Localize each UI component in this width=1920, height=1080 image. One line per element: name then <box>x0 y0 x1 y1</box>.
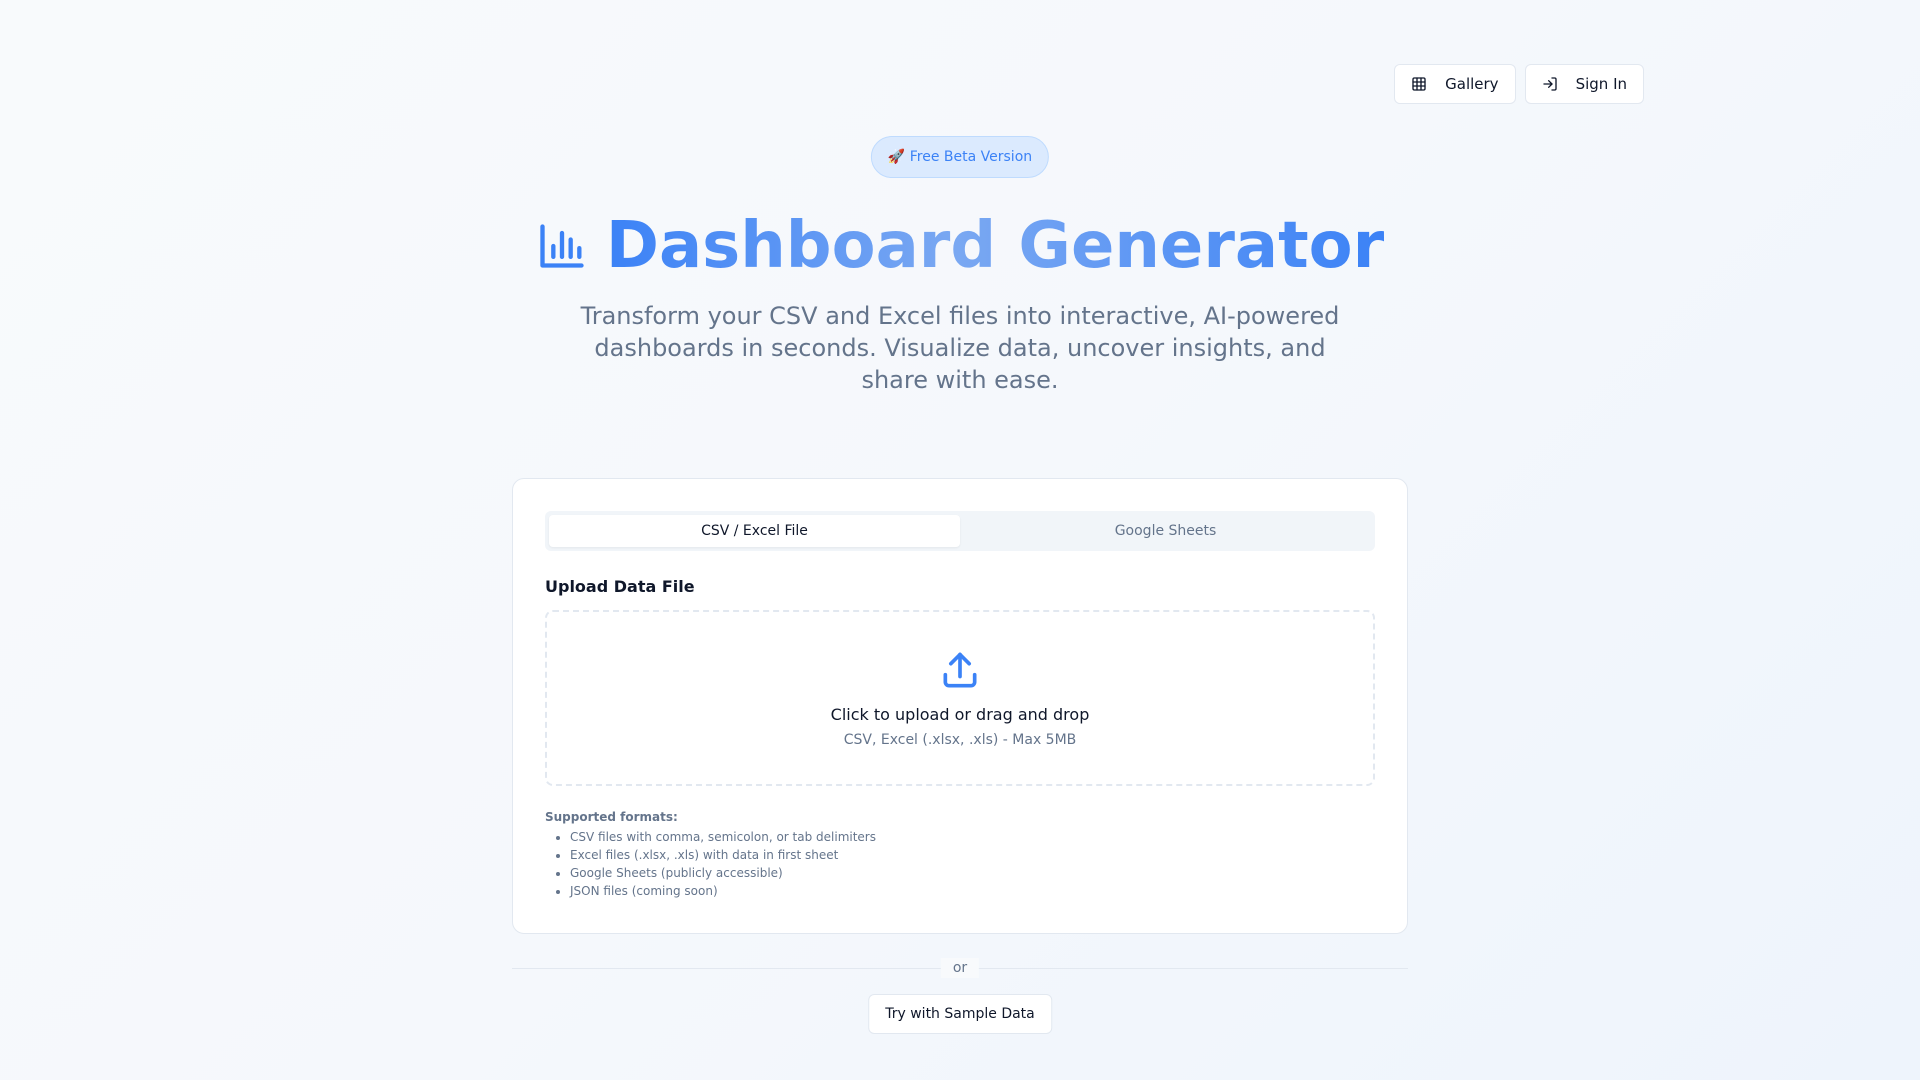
formats-title: Supported formats: <box>545 810 678 824</box>
page-title: Dashboard Generator <box>606 206 1384 286</box>
sample-data-button[interactable]: Try with Sample Data <box>868 994 1052 1034</box>
beta-badge: 🚀 Free Beta Version <box>870 136 1050 178</box>
upload-card: CSV / Excel File Google Sheets Upload Da… <box>512 478 1408 934</box>
bar-chart-icon <box>540 224 584 268</box>
gallery-label: Gallery <box>1445 75 1499 93</box>
dropzone-primary-text: Click to upload or drag and drop <box>830 704 1090 724</box>
source-tabs: CSV / Excel File Google Sheets <box>545 511 1375 551</box>
list-item: CSV files with comma, semicolon, or tab … <box>570 828 1375 846</box>
tab-google-sheets[interactable]: Google Sheets <box>960 515 1371 547</box>
sign-in-button[interactable]: Sign In <box>1524 64 1644 104</box>
formats-list: CSV files with comma, semicolon, or tab … <box>545 828 1375 900</box>
list-item: Excel files (.xlsx, .xls) with data in f… <box>570 846 1375 864</box>
divider-or-text: or <box>940 958 980 978</box>
hero-title: Dashboard Generator <box>0 206 1920 286</box>
list-item: Google Sheets (publicly accessible) <box>570 864 1375 882</box>
grid-icon <box>1412 77 1426 91</box>
tab-csv-excel[interactable]: CSV / Excel File <box>549 515 960 547</box>
upload-label: Upload Data File <box>545 577 695 596</box>
hero-subtitle: Transform your CSV and Excel files into … <box>580 302 1340 394</box>
gallery-button[interactable]: Gallery <box>1394 64 1516 104</box>
top-navigation: Gallery Sign In <box>1394 64 1644 104</box>
upload-icon <box>943 652 977 687</box>
sign-in-label: Sign In <box>1575 75 1627 93</box>
dropzone-secondary-text: CSV, Excel (.xlsx, .xls) - Max 5MB <box>843 731 1077 748</box>
supported-formats: Supported formats: CSV files with comma,… <box>545 810 1375 900</box>
file-dropzone[interactable]: Click to upload or drag and drop CSV, Ex… <box>545 610 1375 786</box>
log-in-icon <box>1542 77 1557 91</box>
list-item: JSON files (coming soon) <box>570 882 1375 900</box>
